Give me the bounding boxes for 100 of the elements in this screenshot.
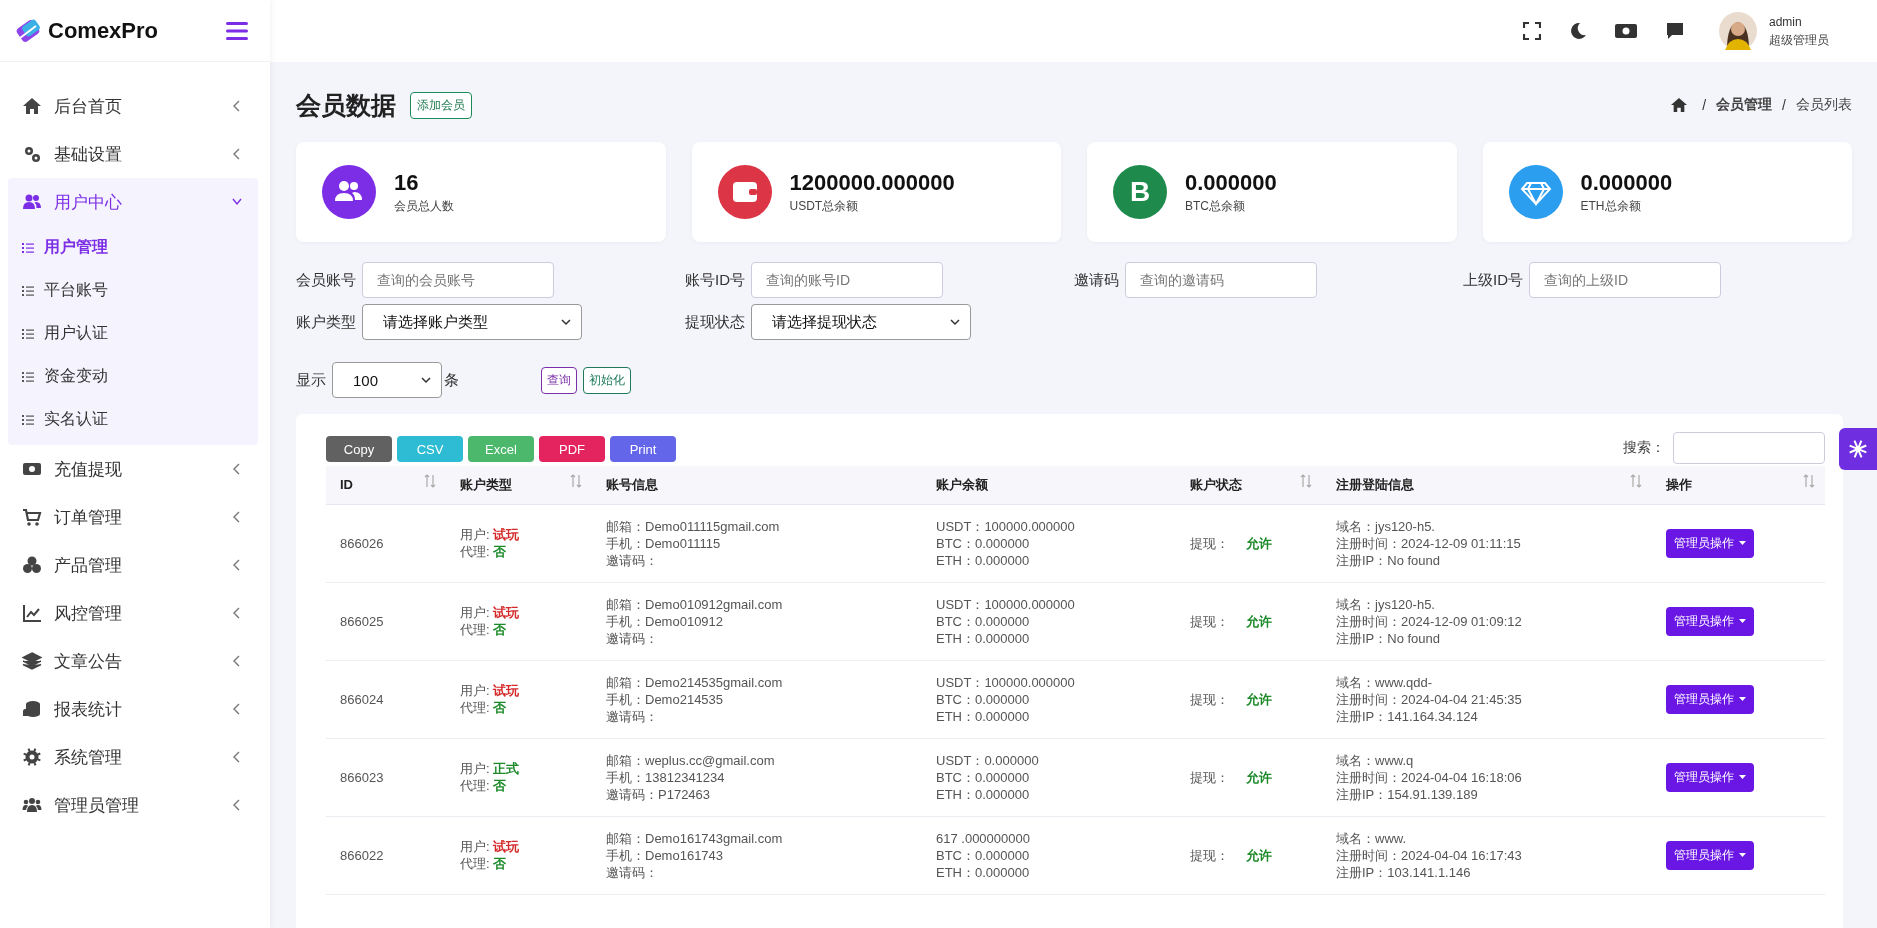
chevron-left-icon <box>232 799 242 811</box>
admin-action-button[interactable]: 管理员操作 <box>1666 528 1754 558</box>
sidebar-item[interactable]: 报表统计 <box>0 685 270 733</box>
moon-icon <box>1569 22 1587 40</box>
export-button[interactable]: PDF <box>539 436 605 462</box>
column-header[interactable]: 账号信息 <box>592 466 922 504</box>
sidebar-subitem[interactable]: 用户认证 <box>8 312 258 355</box>
input-field[interactable]: 查询的邀请码 <box>1125 262 1317 298</box>
cell-text: BTC：0.000000 <box>936 612 1031 630</box>
column-header[interactable]: 账户余额 <box>922 466 1176 504</box>
stat-label: USDT总余额 <box>789 197 860 215</box>
cell-text: 注册时间：2024-04-04 16:18:06 <box>1336 768 1523 786</box>
cell-text: BTC：0.000000 <box>936 534 1031 552</box>
caret-icon <box>1739 852 1746 858</box>
table-cell: 866023 <box>326 738 446 816</box>
export-button[interactable]: Copy <box>326 436 392 462</box>
status-label: 提现： <box>1190 613 1229 629</box>
user-type-value: 试玩 <box>492 527 519 542</box>
select-field[interactable]: 请选择提现状态 <box>751 304 971 340</box>
column-header[interactable]: 账户类型 <box>446 466 592 504</box>
input-field[interactable]: 查询的上级ID <box>1529 262 1721 298</box>
user-type-value: 正式 <box>492 761 519 776</box>
cell-text: 邮箱：weplus.cc@gmail.com <box>606 751 776 769</box>
cell-text: 域名：jys120-h5. <box>1336 595 1436 613</box>
sidebar-subitem[interactable]: 实名认证 <box>8 398 258 441</box>
sidebar-subitem[interactable]: 资金变动 <box>8 355 258 398</box>
cell-text: 手机：Demo011115 <box>606 534 722 552</box>
breadcrumb-item[interactable]: 会员管理 <box>1716 96 1773 114</box>
sidebar-item[interactable]: 后台首页 <box>0 82 270 130</box>
breadcrumb-separator: / <box>1782 97 1786 113</box>
circles-icon <box>22 555 42 575</box>
status-value: 允许 <box>1246 613 1272 629</box>
sidebar-item[interactable]: 文章公告 <box>0 637 270 685</box>
caret-icon <box>1739 696 1746 702</box>
add-member-button[interactable]: 添加会员 <box>410 91 472 119</box>
stat-value: 1200000.000000 <box>789 169 955 196</box>
agent-label: 代理: <box>460 622 490 637</box>
chat-icon <box>1665 21 1685 41</box>
sidebar-item[interactable]: 订单管理 <box>0 493 270 541</box>
cell-text: ETH：0.000000 <box>936 785 1031 803</box>
sidebar-item[interactable]: 充值提现 <box>0 445 270 493</box>
search-field[interactable] <box>1673 432 1825 464</box>
filter-button[interactable]: 初始化 <box>583 366 631 394</box>
column-header[interactable]: 操作 <box>1652 466 1825 504</box>
cell-text: 邀请码：P172463 <box>606 785 712 803</box>
menu-icon <box>226 21 248 40</box>
chevron-left-icon <box>232 100 242 112</box>
user-type-value: 试玩 <box>492 839 519 854</box>
cell-text: 注册时间：2024-04-04 16:17:43 <box>1336 846 1523 864</box>
page-size-unit: 条 <box>444 370 459 390</box>
fullscreen-icon <box>1523 22 1541 40</box>
list-icon <box>22 285 34 296</box>
admin-action-button[interactable]: 管理员操作 <box>1666 840 1754 870</box>
cell-text: 注册IP：No found <box>1336 551 1442 569</box>
agent-label: 代理: <box>460 544 490 559</box>
filter-label: 提现状态 <box>685 312 745 332</box>
sidebar-item[interactable]: 产品管理 <box>0 541 270 589</box>
cell-text: 邀请码： <box>606 629 659 647</box>
page-title: 会员数据 <box>296 89 396 121</box>
cell-text: 注册时间：2024-04-04 21:45:35 <box>1336 690 1523 708</box>
filter-button[interactable]: 查询 <box>541 366 577 394</box>
admin-action-button[interactable]: 管理员操作 <box>1666 606 1754 636</box>
settings-button[interactable] <box>1839 428 1877 470</box>
status-value: 允许 <box>1246 769 1272 785</box>
cell-text: ETH：0.000000 <box>936 551 1031 569</box>
admin-action-button[interactable]: 管理员操作 <box>1666 762 1754 792</box>
user-type-label: 用户: <box>460 605 490 620</box>
sidebar-item[interactable]: 管理员管理 <box>0 781 270 829</box>
column-header[interactable]: ID <box>326 466 446 504</box>
cell-text: ETH：0.000000 <box>936 707 1031 725</box>
cell-text: 邮箱：Demo214535gmail.com <box>606 673 784 691</box>
cell-text: 手机：Demo161743 <box>606 846 725 864</box>
column-header[interactable]: 账户状态 <box>1176 466 1322 504</box>
caret-icon <box>950 318 960 326</box>
layers-icon <box>22 651 42 671</box>
column-header[interactable]: 注册登陆信息 <box>1322 466 1652 504</box>
sidebar-subitem[interactable]: 平台账号 <box>8 269 258 312</box>
user-type-value: 试玩 <box>492 683 519 698</box>
page-size-select[interactable]: 100 <box>332 362 442 398</box>
export-button[interactable]: Print <box>610 436 676 462</box>
select-field[interactable]: 请选择账户类型 <box>362 304 582 340</box>
sidebar-subitem[interactable]: 用户管理 <box>8 226 258 269</box>
page-size-label: 显示 <box>296 370 326 390</box>
input-field[interactable]: 查询的账号ID <box>751 262 943 298</box>
input-field[interactable]: 查询的会员账号 <box>362 262 554 298</box>
sidebar-item[interactable]: 系统管理 <box>0 733 270 781</box>
agent-value: 否 <box>492 778 506 793</box>
user-type-label: 用户: <box>460 761 490 776</box>
list-icon <box>22 328 34 339</box>
cell-text: 注册IP：103.141.1.146 <box>1336 863 1472 881</box>
stat-label: ETH总余额 <box>1580 197 1642 215</box>
sidebar-item[interactable]: 基础设置 <box>0 130 270 178</box>
brand-name: ComexPro <box>48 17 160 44</box>
sidebar-item[interactable]: 风控管理 <box>0 589 270 637</box>
admin-action-button[interactable]: 管理员操作 <box>1666 684 1754 714</box>
cell-text: USDT：100000.000000 <box>936 595 1076 613</box>
caret-icon <box>1739 618 1746 624</box>
sidebar-item[interactable]: 用户中心 <box>8 178 258 226</box>
table-cell: 866025 <box>326 582 446 660</box>
user-type-value: 试玩 <box>492 605 519 620</box>
